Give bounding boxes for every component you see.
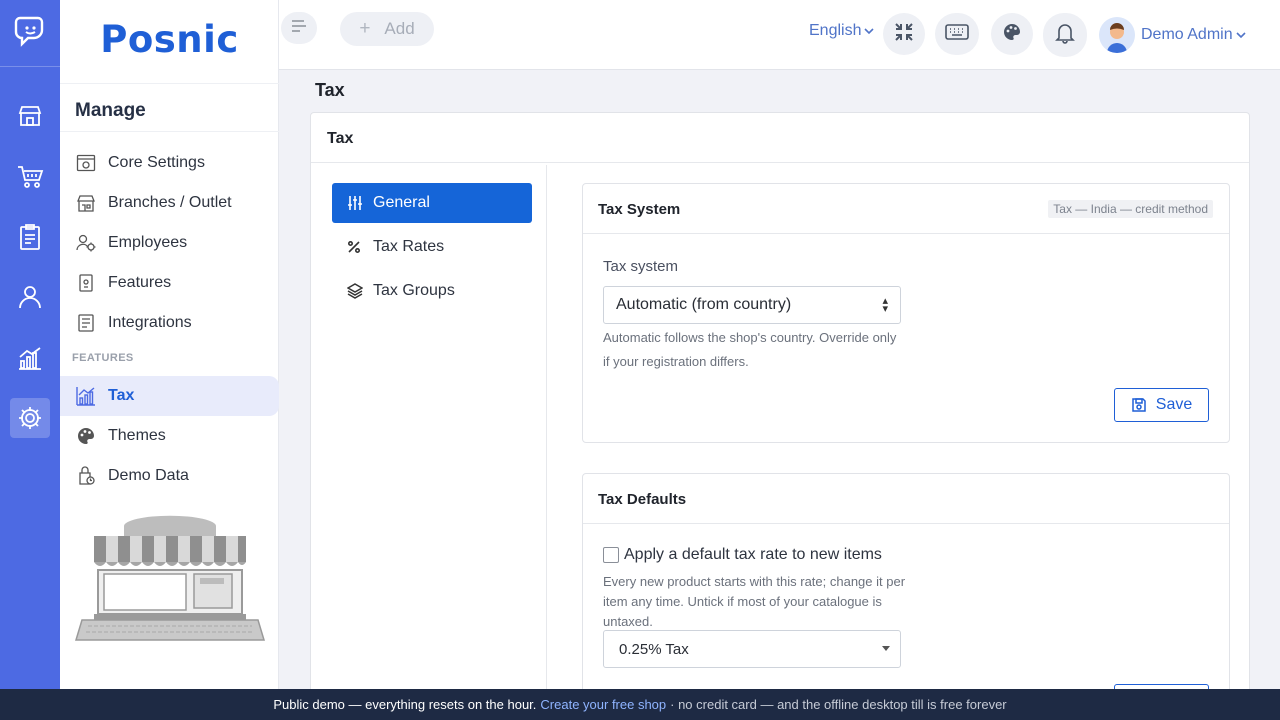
tax-system-value: Automatic (from country) <box>616 296 792 313</box>
banner-text-secondary: · no credit card — and the offline deskt… <box>670 697 1007 712</box>
tax-defaults-panel: Tax Defaults Apply a default tax rate to… <box>582 473 1230 718</box>
select-arrows-icon: ▴ ▾ <box>882 295 888 315</box>
sidebar-item-label: Integrations <box>108 314 192 331</box>
rail-clipboard-icon[interactable] <box>10 217 50 257</box>
chevron-down-icon <box>864 27 875 35</box>
sidebar-item-label: Employees <box>108 234 188 251</box>
rail-cart-icon[interactable] <box>10 156 50 196</box>
rail-gear-icon[interactable] <box>10 398 50 438</box>
rail-user-icon[interactable] <box>10 277 50 317</box>
panel-title: Tax Defaults <box>583 474 1229 524</box>
add-button-label: Add <box>384 19 415 38</box>
tab-label: Tax Rates <box>373 238 445 255</box>
add-button[interactable]: + Add <box>340 12 434 46</box>
rail-divider <box>0 66 60 67</box>
create-shop-link[interactable]: Create your free shop <box>540 697 666 712</box>
tabs-divider <box>546 165 547 720</box>
default-rate-checkbox-row[interactable]: Apply a default tax rate to new items <box>603 546 882 564</box>
save-button[interactable]: Save <box>1114 388 1209 422</box>
menu-toggle-button[interactable] <box>281 12 317 44</box>
keyboard-icon <box>945 23 969 45</box>
settings-window-icon <box>75 152 97 174</box>
brand-name: Posnic <box>100 18 239 61</box>
tab-tax-rates[interactable]: Tax Rates <box>332 227 532 267</box>
fullscreen-icon <box>894 22 914 47</box>
sidebar-divider <box>60 131 279 132</box>
tax-system-panel: Tax System Tax — India — credit method T… <box>582 183 1230 443</box>
theme-button[interactable] <box>991 13 1033 55</box>
sidebar-item-core-settings[interactable]: Core Settings <box>60 143 279 183</box>
tab-label: Tax Groups <box>373 282 455 299</box>
floppy-disk-icon <box>1131 397 1147 413</box>
tax-system-select[interactable]: Automatic (from country) ▴ ▾ <box>603 286 901 324</box>
default-tax-rate-value: 0.25% Tax <box>619 641 689 658</box>
tab-tax-groups[interactable]: Tax Groups <box>332 271 532 311</box>
sidebar-item-label: Demo Data <box>108 467 189 484</box>
sidebar-item-label: Features <box>108 274 172 291</box>
banner-text: Public demo — everything resets on the h… <box>273 697 537 712</box>
employees-icon <box>75 232 97 254</box>
plus-icon: + <box>359 18 371 39</box>
sidebar-item-label: Themes <box>108 427 166 444</box>
default-tax-rate-select[interactable]: 0.25% Tax <box>603 630 901 668</box>
sidebar-item-employees[interactable]: Employees <box>60 223 279 263</box>
bell-icon <box>1055 22 1075 49</box>
user-menu[interactable]: Demo Admin <box>1099 17 1246 53</box>
features-icon <box>75 272 97 294</box>
language-label: English <box>809 22 862 39</box>
sidebar-item-label: Tax <box>108 387 135 404</box>
brand[interactable]: Posnic <box>60 0 279 84</box>
tax-card: Tax General Tax Rates Tax Groups Tax Sys… <box>310 112 1250 720</box>
sliders-icon <box>347 195 365 211</box>
palette-icon <box>1002 22 1022 47</box>
shop-illustration <box>74 512 266 652</box>
sidebar-item-branches[interactable]: Branches / Outlet <box>60 183 279 223</box>
palette-icon <box>75 425 97 447</box>
save-button-label: Save <box>1155 396 1193 413</box>
sidebar-section-heading: FEATURES <box>72 352 134 364</box>
tax-method-badge: Tax — India — credit method <box>1048 200 1213 218</box>
default-rate-checkbox[interactable] <box>603 547 619 563</box>
menu-lines-icon <box>290 18 308 39</box>
icon-rail <box>0 0 60 690</box>
sidebar-item-integrations[interactable]: Integrations <box>60 303 279 343</box>
tab-label: General <box>373 194 430 211</box>
tax-defaults-help: Every new product starts with this rate;… <box>603 574 906 629</box>
card-title: Tax <box>311 113 1249 163</box>
user-name: Demo Admin <box>1141 26 1233 43</box>
sidebar-item-label: Branches / Outlet <box>108 194 232 211</box>
branch-store-icon <box>75 192 97 214</box>
integrations-icon <box>75 312 97 334</box>
tax-system-help: Automatic follows the shop's country. Ov… <box>603 330 897 369</box>
layers-icon <box>347 283 365 299</box>
sidebar-item-themes[interactable]: Themes <box>60 416 279 456</box>
sidebar-title: Manage <box>75 100 146 121</box>
percent-icon <box>347 240 365 254</box>
sidebar-item-demo-data[interactable]: Demo Data <box>60 456 279 496</box>
tab-general[interactable]: General <box>332 183 532 223</box>
tax-system-label: Tax system <box>603 258 679 275</box>
fullscreen-button[interactable] <box>883 13 925 55</box>
checkbox-label: Apply a default tax rate to new items <box>624 546 882 563</box>
demo-banner: Public demo — everything resets on the h… <box>0 689 1280 720</box>
rail-chart-icon[interactable] <box>10 338 50 378</box>
sidebar-item-features[interactable]: Features <box>60 263 279 303</box>
chevron-down-icon <box>1236 31 1246 39</box>
sidebar-item-label: Core Settings <box>108 154 205 171</box>
app-logo-icon[interactable] <box>10 12 50 52</box>
notifications-button[interactable] <box>1043 13 1087 57</box>
rail-store-icon[interactable] <box>10 96 50 136</box>
sidebar-item-tax[interactable]: Tax <box>60 376 279 416</box>
demo-data-icon <box>75 465 97 487</box>
language-dropdown[interactable]: English <box>809 22 875 40</box>
avatar <box>1099 17 1135 53</box>
keyboard-shortcuts-button[interactable] <box>935 13 979 55</box>
caret-down-icon <box>882 646 890 651</box>
tax-chart-icon <box>75 385 97 407</box>
topbar: + Add English Demo Admin <box>279 0 1280 70</box>
sidebar: Posnic Manage Core Settings Branches / O… <box>60 0 279 690</box>
page-title: Tax <box>315 80 345 100</box>
